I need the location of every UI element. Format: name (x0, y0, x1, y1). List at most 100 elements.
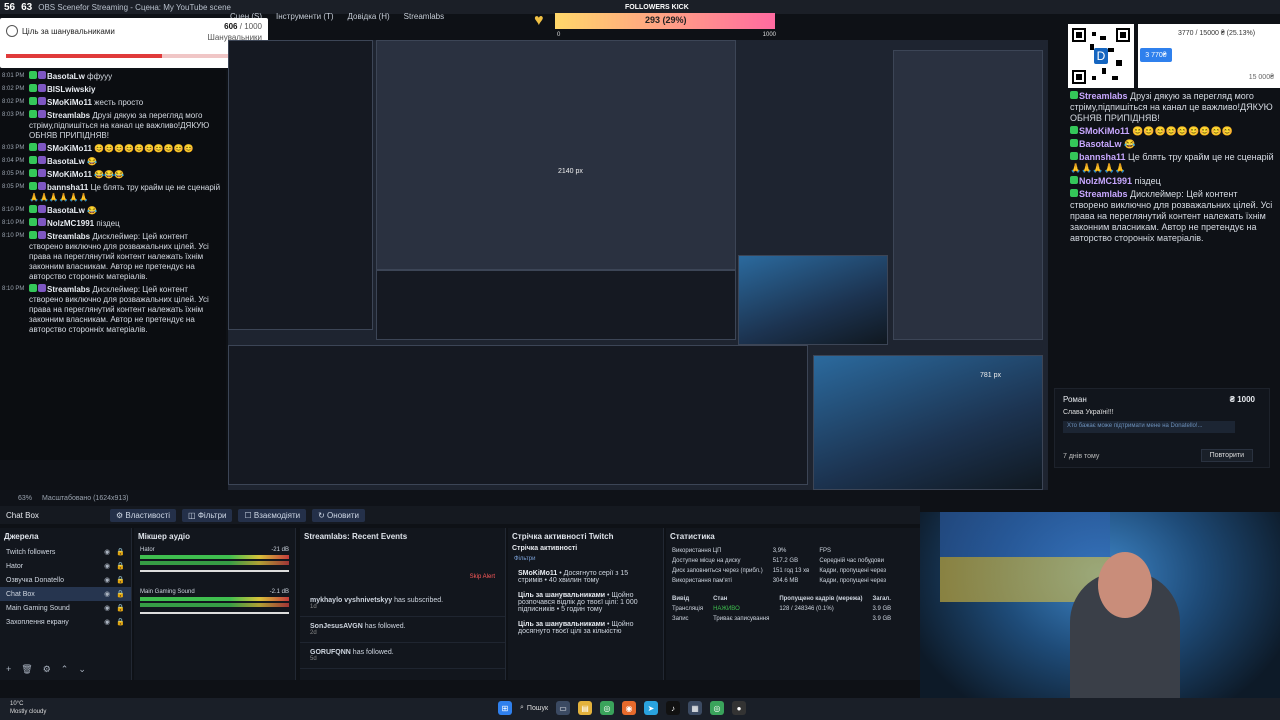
chat-username[interactable]: BISLwiwskiy (47, 85, 95, 94)
visibility-icon[interactable]: ◉ (104, 618, 110, 626)
chat-username[interactable]: Streamlabs (1079, 189, 1128, 199)
chat-text: 😂 (87, 157, 97, 166)
scale-label[interactable]: Масштабовано (1624x913) (42, 495, 129, 502)
chrome-icon-2[interactable]: ◎ (710, 701, 725, 715)
firefox-icon[interactable]: ◉ (622, 701, 637, 715)
source-item[interactable]: Захоплення екрану ◉ 🔒 (0, 615, 131, 629)
badge-icon (38, 218, 46, 226)
lock-icon[interactable]: 🔒 (116, 590, 125, 598)
chat-body: SMoKiMo11 😊😊😊😊😊😊😊😊😊😊 (29, 143, 194, 154)
chat-username[interactable]: bannsha11 (1079, 152, 1126, 162)
chat-username[interactable]: BasotaLw (47, 72, 85, 81)
chat-username[interactable]: BasotaLw (47, 206, 85, 215)
chat-username[interactable]: Streamlabs (1079, 91, 1128, 101)
donation-link[interactable]: Хто бажає може підтримати мене на Donate… (1063, 421, 1235, 433)
volume-slider[interactable] (140, 570, 289, 572)
menu-item[interactable]: Довідка (H) (348, 12, 390, 26)
chat-username[interactable]: SMoKiMo11 (47, 170, 92, 179)
chat-message: NolzMC1991 піздец (1068, 175, 1280, 188)
chat-body: BasotaLw ффууу (29, 71, 112, 82)
event-item: SonJesusAVGN has followed. 2d (300, 617, 505, 643)
badge-icon (1070, 152, 1078, 160)
source-item[interactable]: Hator ◉ 🔒 (0, 559, 131, 573)
activity-title: Стрічка активності Twitch (512, 532, 614, 541)
stats-cell: НАЖИВО (713, 606, 740, 612)
visibility-icon[interactable]: ◉ (104, 604, 110, 612)
chat-username[interactable]: NolzMC1991 (1079, 176, 1132, 186)
chat-username[interactable]: bannsha11 (47, 183, 88, 192)
activity-filter[interactable]: Фільтри (508, 552, 663, 566)
event-ago: 1d (310, 604, 317, 610)
app-icon[interactable]: ▦ (688, 701, 703, 715)
settings-icon[interactable]: ⚙ (43, 664, 51, 675)
replay-button[interactable]: Повторити (1200, 449, 1253, 462)
chat-username[interactable]: NolzMC1991 (47, 219, 94, 228)
visibility-icon[interactable]: ◉ (104, 548, 110, 556)
visibility-icon[interactable]: ◉ (104, 576, 110, 584)
filters-button[interactable]: ◫ Фільтри (182, 508, 233, 522)
remove-source-icon[interactable]: 🗑 (21, 664, 32, 675)
interact-button[interactable]: ☐ Взаємодіяти (238, 508, 307, 522)
recent-events-dock: Streamlabs: Recent Events Skip Alert myk… (300, 528, 506, 680)
windows-start-icon[interactable]: ⊞ (498, 701, 512, 715)
lock-icon[interactable]: 🔒 (116, 562, 125, 570)
source-item[interactable]: Twitch followers ◉ 🔒 (0, 545, 131, 559)
event-line: mykhaylo vyshnivetskyy has subscribed. (310, 597, 495, 604)
chat-username[interactable]: SMoKiMo11 (1079, 126, 1130, 136)
donation-card: Роман ₴ 1000 Слава Україні!!! Хто бажає … (1054, 388, 1270, 468)
event-action: has followed. (364, 623, 406, 630)
event-user: SonJesusAVGN (310, 623, 363, 630)
volume-meter (140, 597, 289, 601)
badge-icon (38, 205, 46, 213)
stats-cell: 304.6 MB (772, 578, 799, 584)
chat-username[interactable]: SMoKiMo11 (47, 98, 92, 107)
stats-cell: 3.9 GB (872, 616, 892, 622)
lock-icon[interactable]: 🔒 (116, 576, 125, 584)
search-icon: ⌕ (520, 704, 524, 711)
chat-username[interactable]: Streamlabs (47, 285, 90, 294)
chat-message: 8:10 PM Streamlabs Дисклеймер: Цей контен… (0, 230, 226, 283)
add-source-icon[interactable]: + (6, 664, 11, 675)
task-view-icon[interactable]: ▭ (556, 701, 571, 715)
visibility-icon[interactable]: ◉ (104, 562, 110, 570)
lock-icon[interactable]: 🔒 (116, 604, 125, 612)
tiktok-icon[interactable]: ♪ (666, 701, 681, 715)
badge-icon (29, 231, 37, 239)
menu-item[interactable]: Інструменти (T) (276, 12, 334, 26)
menu-item[interactable]: Streamlabs (404, 12, 444, 26)
source-item[interactable]: Озвучка Donatello ◉ 🔒 (0, 573, 131, 587)
volume-slider[interactable] (140, 612, 289, 614)
chrome-icon[interactable]: ◎ (600, 701, 615, 715)
chat-text: 😂😂😂 (94, 170, 125, 179)
source-item[interactable]: Chat Box ◉ 🔒 (0, 587, 131, 601)
badge-icon (38, 97, 46, 105)
lock-icon[interactable]: 🔒 (116, 618, 125, 626)
obs-preview[interactable]: 2140 px 781 px (228, 40, 1048, 490)
chat-username[interactable]: SMoKiMo11 (47, 144, 92, 153)
refresh-button[interactable]: ↻ Оновити (312, 508, 365, 522)
source-item[interactable]: Main Gaming Sound ◉ 🔒 (0, 601, 131, 615)
file-explorer-icon[interactable]: ▤ (578, 701, 593, 715)
skip-alert-button[interactable]: Skip Alert (470, 574, 495, 580)
volume-meter (140, 603, 289, 607)
obs-icon[interactable]: ● (732, 701, 747, 715)
visibility-icon[interactable]: ◉ (104, 590, 110, 598)
chat-username[interactable]: BasotaLw (47, 157, 85, 166)
event-item: mykhaylo vyshnivetskyy has subscribed. 1d (300, 591, 505, 617)
chat-username[interactable]: BasotaLw (1079, 139, 1122, 149)
move-down-icon[interactable]: ⌄ (78, 664, 86, 675)
badge-icon (38, 156, 46, 164)
properties-button[interactable]: ⚙ Властивості (110, 508, 177, 522)
weather-widget[interactable]: 10°C Mostly cloudy (10, 700, 46, 716)
telegram-icon[interactable]: ➤ (644, 701, 659, 715)
badge-icon (29, 284, 37, 292)
chat-username[interactable]: Streamlabs (47, 232, 90, 241)
source-icons: ◉ 🔒 (104, 548, 125, 556)
lock-icon[interactable]: 🔒 (116, 548, 125, 556)
move-up-icon[interactable]: ⌃ (61, 664, 69, 675)
chat-username[interactable]: Streamlabs (47, 111, 90, 120)
activity-user: SMoKiMo11 (518, 570, 558, 577)
search-button[interactable]: ⌕ Пошук (520, 704, 548, 712)
heart-icon: ♥ (534, 12, 544, 29)
chat-time: 8:04 PM (2, 158, 25, 164)
